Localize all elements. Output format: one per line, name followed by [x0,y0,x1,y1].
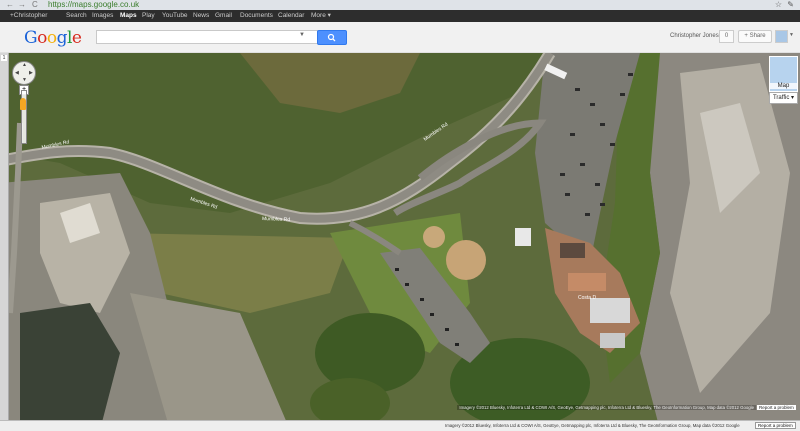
pegman-icon[interactable] [20,98,26,110]
gbar-item-calendar[interactable]: Calendar [278,10,304,22]
gbar-item-images[interactable]: Images [92,10,113,22]
report-problem-link[interactable]: Report a problem [757,405,796,410]
gbar-item-play[interactable]: Play [142,10,155,22]
search-icon [327,33,336,42]
gbar-item-documents[interactable]: Documents [240,10,273,22]
address-bar[interactable]: https://maps.google.co.uk [48,0,139,10]
logo-letter: e [71,28,82,48]
satellite-map[interactable]: Mumbles Rd Mumbles Rd Mumbles Rd Mumbles… [0,53,800,430]
gbar-item-maps[interactable]: Maps [120,10,137,22]
poi-label[interactable]: Costa D [578,295,596,301]
road-label-c: Mumbles Rd [262,216,290,223]
map-type-label: Map [770,83,797,89]
pan-control[interactable]: ▲ ▼ ◀ ▶ [12,61,36,85]
footer-attribution: Imagery ©2012 Bluesky, Infoterra Ltd & C… [445,423,740,428]
gbar-item-profile[interactable]: +Christopher [10,10,47,22]
star-icon[interactable]: ☆ [775,0,782,10]
avatar[interactable] [775,30,788,43]
back-icon[interactable]: ← [6,0,14,10]
search-header: Google ▼ Christopher Jones 0 + Share ▼ [0,22,800,53]
gbar-item-youtube[interactable]: YouTube [162,10,188,22]
chevron-down-icon[interactable]: ▼ [789,32,794,38]
logo-letter: g [56,28,68,48]
gbar-item-more[interactable]: More ▾ [311,10,331,22]
logo-letter: o [46,28,57,48]
traffic-dropdown[interactable]: Traffic ▾ [769,92,798,104]
share-button[interactable]: + Share [738,30,772,43]
side-panel-toggle[interactable]: 1 [0,53,9,430]
pan-down-icon[interactable]: ▼ [22,77,27,83]
side-panel-tab[interactable]: 1 [1,55,7,61]
reload-icon[interactable]: C [32,0,38,10]
gbar-item-news[interactable]: News [193,10,209,22]
pan-up-icon[interactable]: ▲ [22,62,27,68]
imagery-attribution: Imagery ©2012 Bluesky, Infoterra Ltd & C… [457,405,756,410]
search-button[interactable] [317,30,347,45]
logo-letter: o [37,28,47,48]
notification-count[interactable]: 0 [719,30,734,43]
footer-report-problem-link[interactable]: Report a problem [755,422,796,429]
google-logo[interactable]: Google [24,28,82,48]
user-name[interactable]: Christopher Jones [670,33,719,39]
pan-right-icon[interactable]: ▶ [29,70,33,76]
map-type-button[interactable]: Map [769,56,798,92]
satellite-imagery: Mumbles Rd Mumbles Rd Mumbles Rd Mumbles… [0,53,800,430]
google-bar: +Christopher Search Images Maps Play You… [0,10,800,22]
search-input[interactable] [96,30,318,44]
gbar-item-search[interactable]: Search [66,10,87,22]
map-footer: Imagery ©2012 Bluesky, Infoterra Ltd & C… [0,420,800,431]
search-dropdown-icon[interactable]: ▼ [299,32,305,38]
wrench-icon[interactable]: ✎ [787,0,794,10]
gbar-item-gmail[interactable]: Gmail [215,10,232,22]
pan-left-icon[interactable]: ◀ [15,70,19,76]
logo-letter: G [24,28,38,48]
forward-icon[interactable]: → [18,0,26,10]
